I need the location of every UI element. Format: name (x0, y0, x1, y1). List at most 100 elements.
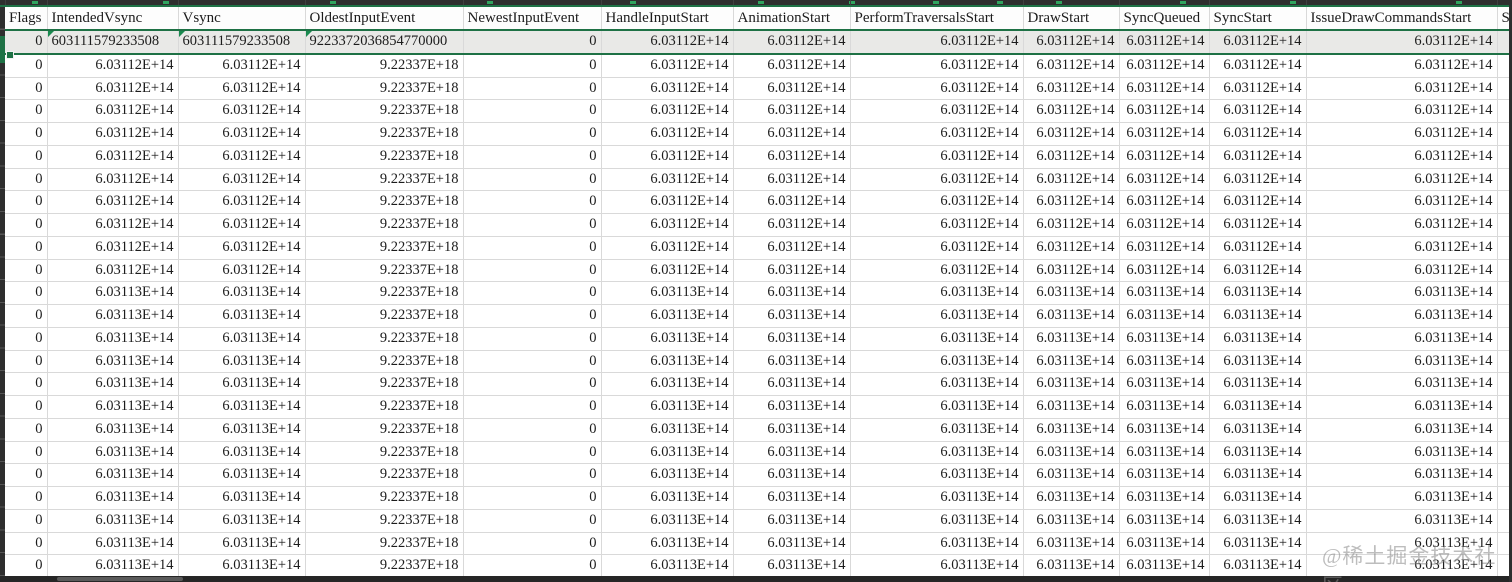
cell[interactable]: 6.03112E+14 (1306, 77, 1497, 100)
cell[interactable]: 6.03113E+14 (601, 373, 733, 396)
cell[interactable]: 6.03113E+14 (47, 464, 178, 487)
cell[interactable]: 6.03113E+14 (47, 555, 178, 578)
cell[interactable]: 6.03113E+14 (733, 532, 850, 555)
cell[interactable] (1497, 191, 1509, 214)
cell[interactable]: 6.03112E+14 (1306, 236, 1497, 259)
cell[interactable]: 6.03113E+14 (601, 487, 733, 510)
cell[interactable]: 0 (463, 236, 601, 259)
cell[interactable]: 6.03112E+14 (47, 214, 178, 237)
cell[interactable]: 6.03112E+14 (1209, 236, 1306, 259)
cell[interactable]: 6.03113E+14 (178, 373, 305, 396)
cell[interactable]: 0 (463, 145, 601, 168)
cell[interactable]: 6.03113E+14 (850, 396, 1023, 419)
cell[interactable] (1497, 214, 1509, 237)
cell[interactable]: 6.03113E+14 (733, 441, 850, 464)
cell[interactable]: 6.03113E+14 (1119, 509, 1209, 532)
cell[interactable]: 0 (463, 464, 601, 487)
cell[interactable]: 6.03112E+14 (850, 168, 1023, 191)
cell[interactable]: 9.22337E+18 (305, 350, 463, 373)
cell[interactable]: 6.03112E+14 (1306, 168, 1497, 191)
cell[interactable]: 0 (5, 418, 47, 441)
cell[interactable]: 0 (463, 54, 601, 77)
cell[interactable]: 6.03112E+14 (1306, 123, 1497, 146)
cell[interactable]: 6.03112E+14 (733, 77, 850, 100)
cell[interactable]: 6.03113E+14 (1119, 418, 1209, 441)
column-header-vsync[interactable]: Vsync (178, 7, 305, 30)
cell[interactable]: 6.03113E+14 (1119, 441, 1209, 464)
cell[interactable]: 0 (5, 509, 47, 532)
cell[interactable]: 6.03112E+14 (850, 236, 1023, 259)
cell[interactable]: 6.03113E+14 (1306, 305, 1497, 328)
cell[interactable]: 6.03112E+14 (47, 100, 178, 123)
cell[interactable]: 6.03113E+14 (1119, 487, 1209, 510)
cell[interactable] (1497, 396, 1509, 419)
cell[interactable]: 6.03113E+14 (1306, 509, 1497, 532)
cell[interactable]: 0 (5, 77, 47, 100)
cell[interactable]: 6.03113E+14 (733, 305, 850, 328)
cell[interactable]: 6.03112E+14 (1209, 168, 1306, 191)
cell[interactable]: 9.22337E+18 (305, 145, 463, 168)
cell[interactable]: 6.03113E+14 (1209, 487, 1306, 510)
cell[interactable]: 6.03113E+14 (1306, 487, 1497, 510)
cell[interactable]: 6.03113E+14 (1209, 373, 1306, 396)
cell[interactable]: 6.03113E+14 (1023, 509, 1119, 532)
cell[interactable] (1497, 168, 1509, 191)
cell[interactable]: 0 (463, 373, 601, 396)
cell[interactable]: 6.03112E+14 (1306, 191, 1497, 214)
cell[interactable]: 6.03113E+14 (178, 396, 305, 419)
cell[interactable]: 9.22337E+18 (305, 418, 463, 441)
cell[interactable]: 6.03113E+14 (733, 487, 850, 510)
column-header-drawstart[interactable]: DrawStart (1023, 7, 1119, 30)
cell[interactable]: 9.22337E+18 (305, 54, 463, 77)
cell[interactable]: 6.03112E+14 (850, 54, 1023, 77)
cell[interactable] (1497, 123, 1509, 146)
cell[interactable]: 0 (463, 191, 601, 214)
cell[interactable]: 6.03113E+14 (850, 327, 1023, 350)
cell[interactable]: 6.03112E+14 (47, 259, 178, 282)
cell[interactable]: 6.03113E+14 (850, 282, 1023, 305)
cell[interactable]: 6.03112E+14 (178, 100, 305, 123)
cell[interactable]: 6.03112E+14 (47, 77, 178, 100)
cell[interactable]: 6.03112E+14 (1306, 259, 1497, 282)
cell[interactable]: 6.03113E+14 (601, 350, 733, 373)
cell[interactable]: 9.22337E+18 (305, 373, 463, 396)
cell[interactable] (1497, 509, 1509, 532)
column-header-intendedvsync[interactable]: IntendedVsync (47, 7, 178, 30)
cell[interactable]: 6.03113E+14 (850, 305, 1023, 328)
cell[interactable]: 6.03113E+14 (1119, 532, 1209, 555)
cell[interactable] (1497, 487, 1509, 510)
cell[interactable]: 6.03112E+14 (1209, 259, 1306, 282)
cell[interactable]: 6.03112E+14 (1023, 123, 1119, 146)
cell[interactable]: 6.03113E+14 (1023, 282, 1119, 305)
cell[interactable]: 6.03113E+14 (1119, 373, 1209, 396)
cell[interactable]: 6.03113E+14 (47, 396, 178, 419)
cell[interactable] (1497, 305, 1509, 328)
cell[interactable] (1497, 532, 1509, 555)
cell[interactable]: 0 (463, 418, 601, 441)
cell[interactable]: 6.03112E+14 (178, 214, 305, 237)
cell[interactable]: 6.03113E+14 (850, 441, 1023, 464)
cell[interactable]: 6.03112E+14 (1023, 145, 1119, 168)
cell[interactable]: 6.03112E+14 (601, 214, 733, 237)
cell[interactable]: 6.03112E+14 (601, 77, 733, 100)
cell[interactable]: 6.03113E+14 (178, 327, 305, 350)
cell[interactable]: 0 (5, 282, 47, 305)
cell[interactable]: 0 (463, 327, 601, 350)
cell[interactable]: 0 (5, 259, 47, 282)
cell[interactable]: 6.03113E+14 (1209, 305, 1306, 328)
cell[interactable] (1497, 327, 1509, 350)
cell[interactable] (1497, 418, 1509, 441)
column-header-syncstart[interactable]: SyncStart (1209, 7, 1306, 30)
cell[interactable]: 6.03112E+14 (1119, 123, 1209, 146)
cell[interactable]: 6.03112E+14 (733, 168, 850, 191)
cell[interactable] (1497, 100, 1509, 123)
cell[interactable]: 6.03113E+14 (733, 464, 850, 487)
cell[interactable]: 6.03113E+14 (1209, 350, 1306, 373)
cell[interactable]: 6.03112E+14 (601, 168, 733, 191)
cell[interactable]: 6.03113E+14 (1119, 327, 1209, 350)
cell[interactable]: 6.03112E+14 (1023, 236, 1119, 259)
cell[interactable] (1497, 373, 1509, 396)
cell[interactable] (1497, 259, 1509, 282)
cell[interactable]: 6.03112E+14 (1209, 54, 1306, 77)
cell[interactable]: 0 (5, 123, 47, 146)
